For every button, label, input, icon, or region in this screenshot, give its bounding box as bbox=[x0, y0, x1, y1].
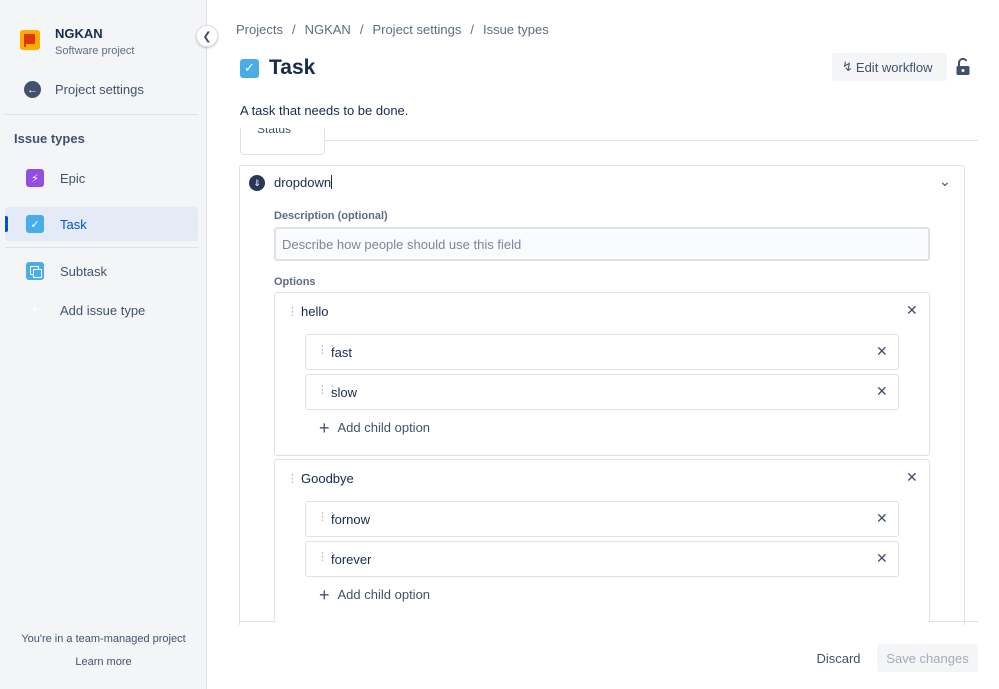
back-to-project-settings[interactable]: ← Project settings bbox=[24, 81, 144, 98]
drag-handle-icon[interactable]: ⋮⋮ bbox=[287, 306, 308, 317]
chevron-left-icon: ❮ bbox=[202, 30, 212, 43]
breadcrumb-project-settings[interactable]: Project settings bbox=[372, 22, 461, 37]
arrow-left-icon: ← bbox=[24, 81, 41, 98]
sidebar-item-label: Subtask bbox=[60, 263, 107, 279]
child-option: ⋮⋮ forever ✕ bbox=[305, 541, 899, 577]
breadcrumb-projects[interactable]: Projects bbox=[236, 22, 283, 37]
sidebar-item-label: Task bbox=[60, 216, 87, 232]
remove-option-button[interactable]: ✕ bbox=[906, 302, 918, 319]
child-option-label[interactable]: slow bbox=[331, 385, 357, 400]
description-label: Description (optional) bbox=[274, 210, 388, 222]
breadcrumb: Projects / NGKAN / Project settings / Is… bbox=[236, 22, 549, 37]
project-type: Software project bbox=[55, 45, 135, 57]
child-option: ⋮⋮ fornow ✕ bbox=[305, 501, 899, 537]
plus-icon: + bbox=[31, 304, 39, 316]
dropdown-field-icon: ⇓ bbox=[249, 175, 265, 191]
chevron-down-icon[interactable]: ⌄ bbox=[939, 173, 951, 190]
breadcrumb-separator: / bbox=[359, 22, 364, 37]
option-label[interactable]: Goodbye bbox=[301, 471, 354, 486]
remove-option-button[interactable]: ✕ bbox=[906, 469, 918, 486]
breadcrumb-separator: / bbox=[470, 22, 474, 37]
sidebar-item-label: Epic bbox=[60, 170, 86, 186]
drag-handle-icon[interactable]: ⋮⋮ bbox=[317, 512, 338, 523]
status-tab-label: Status bbox=[257, 128, 292, 136]
field-name-input[interactable]: dropdown bbox=[274, 175, 333, 190]
add-child-option-button[interactable]: + Add child option bbox=[319, 417, 431, 438]
plus-icon: + bbox=[319, 584, 330, 605]
page-title-row: ✓ Task bbox=[240, 56, 315, 80]
subtask-icon bbox=[26, 262, 44, 280]
sidebar-item-task[interactable]: ✓ Task bbox=[5, 207, 198, 241]
divider bbox=[5, 114, 198, 115]
sidebar-item-subtask[interactable]: Subtask bbox=[5, 254, 198, 288]
field-name: dropdown bbox=[274, 175, 332, 190]
remove-child-option-button[interactable]: ✕ bbox=[876, 510, 888, 527]
remove-child-option-button[interactable]: ✕ bbox=[876, 550, 888, 567]
sidebar-heading: Issue types bbox=[14, 131, 85, 146]
epic-icon: ⚡ bbox=[26, 169, 44, 187]
drag-handle-icon[interactable]: ⋮⋮ bbox=[287, 473, 308, 484]
child-option: ⋮⋮ slow ✕ bbox=[305, 374, 899, 410]
breadcrumb-issue-types[interactable]: Issue types bbox=[483, 22, 549, 37]
status-section-tab[interactable]: Status bbox=[240, 128, 325, 155]
sidebar-item-epic[interactable]: ⚡ Epic bbox=[5, 161, 198, 195]
drag-handle-icon[interactable]: ⋮⋮ bbox=[317, 345, 338, 356]
child-option-label[interactable]: fornow bbox=[331, 512, 370, 527]
project-logo-icon bbox=[20, 30, 40, 50]
task-icon: ✓ bbox=[240, 58, 259, 78]
discard-button[interactable]: Discard bbox=[808, 644, 869, 672]
team-managed-note: You're in a team-managed project bbox=[21, 633, 186, 645]
back-label: Project settings bbox=[55, 82, 144, 97]
text-cursor bbox=[331, 175, 333, 189]
child-option-label[interactable]: forever bbox=[331, 552, 371, 567]
sidebar-item-add-issue-type[interactable]: + Add issue type bbox=[5, 293, 198, 327]
project-name: NGKAN bbox=[55, 26, 103, 41]
breadcrumb-separator: / bbox=[291, 22, 296, 37]
drag-handle-icon[interactable]: ⋮⋮ bbox=[317, 552, 338, 563]
add-child-option-label: Add child option bbox=[337, 420, 431, 435]
child-option-label[interactable]: fast bbox=[331, 345, 352, 360]
issue-type-description: A task that needs to be done. bbox=[240, 103, 409, 118]
divider bbox=[5, 247, 198, 248]
child-option: ⋮⋮ fast ✕ bbox=[305, 334, 899, 370]
option-label[interactable]: hello bbox=[301, 304, 328, 319]
divider bbox=[240, 140, 978, 141]
remove-child-option-button[interactable]: ✕ bbox=[876, 343, 888, 360]
drag-handle-icon[interactable]: ⋮⋮ bbox=[317, 385, 338, 396]
save-changes-button[interactable]: Save changes bbox=[877, 644, 978, 672]
edit-workflow-label: Edit workflow bbox=[855, 59, 933, 75]
sidebar-item-label: Add issue type bbox=[60, 302, 146, 318]
learn-more-link[interactable]: Learn more bbox=[0, 656, 207, 668]
add-child-option-label: Add child option bbox=[337, 587, 431, 602]
edit-workflow-button[interactable]: ↯ Edit workflow bbox=[832, 53, 947, 81]
project-header[interactable]: NGKAN Software project bbox=[20, 26, 134, 58]
description-input[interactable] bbox=[274, 227, 930, 261]
unlock-icon[interactable] bbox=[955, 58, 971, 76]
add-child-option-button[interactable]: + Add child option bbox=[319, 584, 431, 605]
options-label: Options bbox=[274, 276, 316, 288]
breadcrumb-project[interactable]: NGKAN bbox=[305, 22, 351, 37]
page-title: Task bbox=[269, 56, 316, 79]
remove-child-option-button[interactable]: ✕ bbox=[876, 383, 888, 400]
task-icon: ✓ bbox=[26, 215, 44, 233]
workflow-icon: ↯ bbox=[842, 59, 853, 74]
collapse-sidebar-button[interactable]: ❮ bbox=[196, 25, 218, 47]
plus-icon: + bbox=[319, 417, 330, 438]
sidebar: NGKAN Software project ← Project setting… bbox=[0, 0, 207, 689]
